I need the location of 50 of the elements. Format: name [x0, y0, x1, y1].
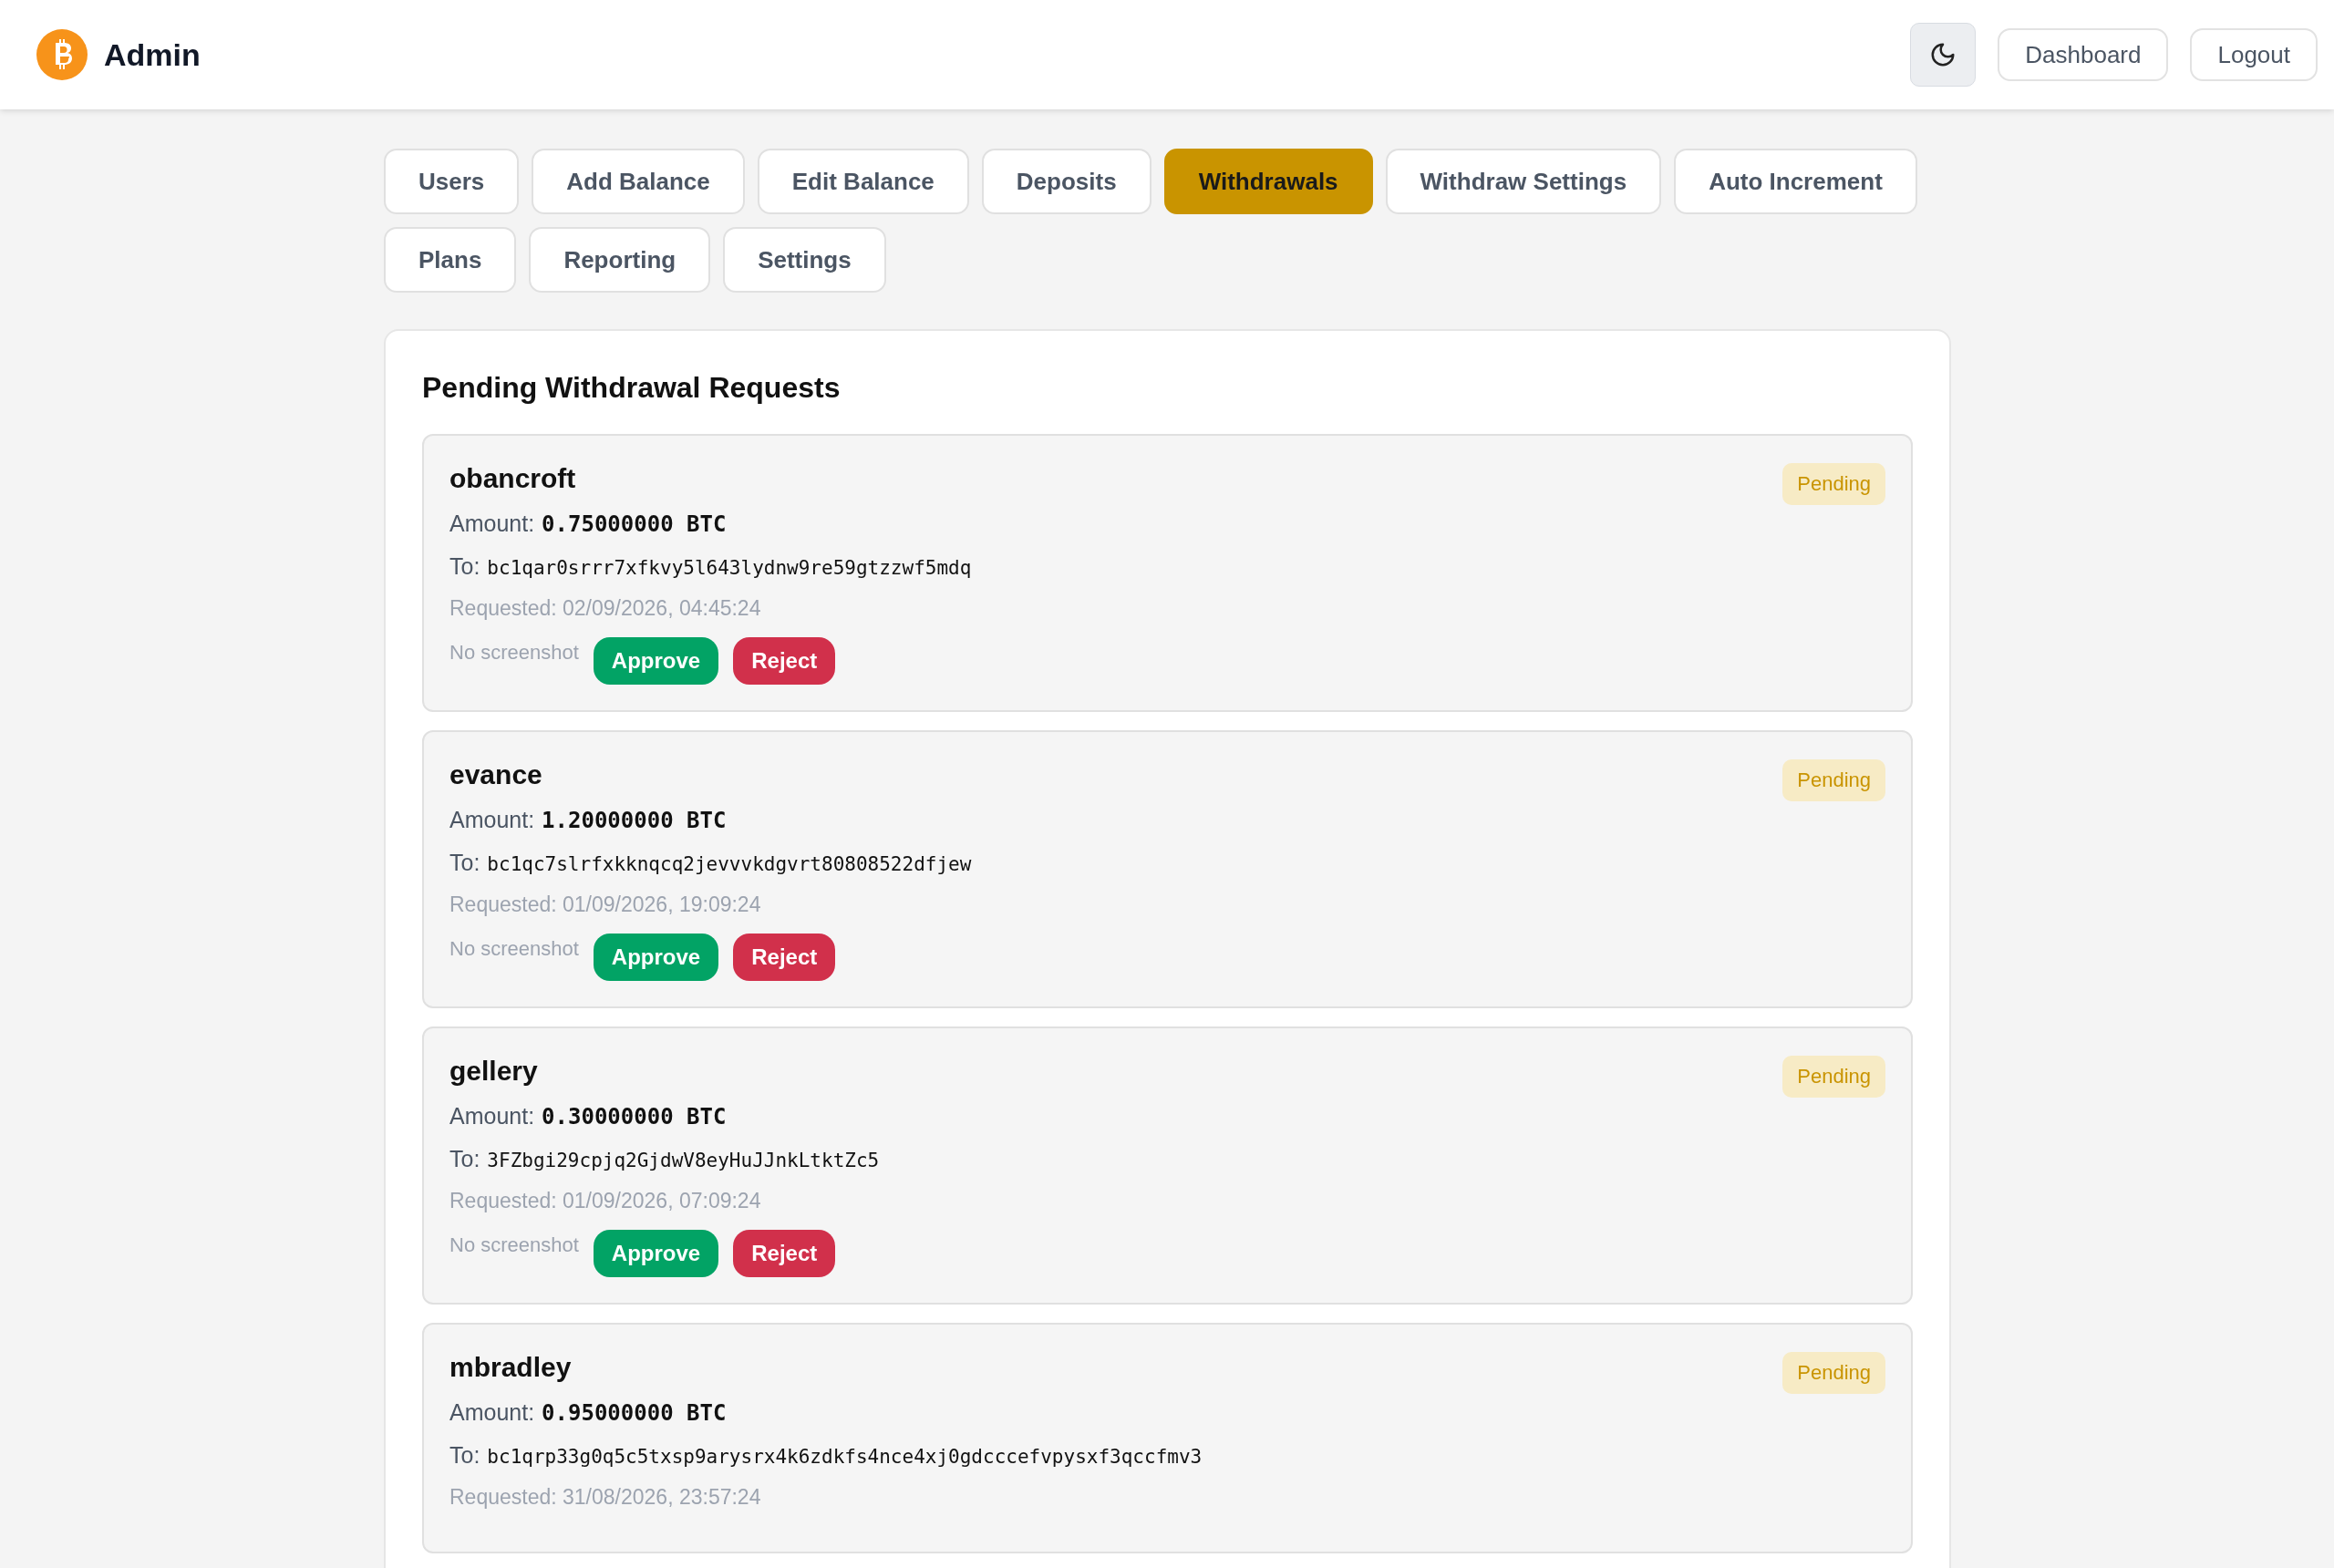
address-label: To: — [449, 553, 480, 580]
wallet-address: 3FZbgi29cpjq2GjdwV8eyHuJJnkLtktZc5 — [487, 1150, 880, 1171]
app-title: Admin — [104, 36, 201, 73]
address-label: To: — [449, 850, 480, 876]
status-badge: Pending — [1782, 759, 1885, 801]
nav-tab[interactable]: Add Balance — [532, 149, 745, 214]
screenshot-note: No screenshot — [449, 937, 579, 961]
reject-button[interactable]: Reject — [733, 637, 836, 685]
amount-value: 0.95000000 BTC — [542, 1400, 727, 1426]
requested-time: Requested: 01/09/2026, 19:09:24 — [449, 892, 762, 917]
address-label: To: — [449, 1442, 480, 1469]
nav-tab[interactable]: Settings — [723, 227, 886, 293]
status-badge: Pending — [1782, 1352, 1885, 1394]
wallet-address: bc1qc7slrfxkknqcq2jevvvkdgvrt80808522dfjew — [487, 853, 972, 875]
username: evance — [449, 759, 542, 790]
nav-tab[interactable]: Deposits — [981, 149, 1152, 214]
nav-tab[interactable]: Users — [384, 149, 520, 214]
username: gellery — [449, 1056, 538, 1087]
amount-value: 1.20000000 BTC — [542, 808, 727, 833]
logout-button[interactable]: Logout — [2190, 28, 2318, 81]
nav-tab[interactable]: Withdrawals — [1163, 149, 1373, 214]
wallet-address: bc1qrp33g0q5c5txsp9arysrx4k6zdkfs4nce4xj0gdcccefvpysxf3qccfmv3 — [487, 1446, 1203, 1468]
status-badge: Pending — [1782, 463, 1885, 505]
reject-button[interactable]: Reject — [733, 934, 836, 981]
nav-tab[interactable]: Withdraw Settings — [1385, 149, 1662, 214]
nav-tab[interactable]: Reporting — [529, 227, 711, 293]
amount-label: Amount: — [449, 1103, 535, 1130]
amount-label: Amount: — [449, 1399, 535, 1426]
address-label: To: — [449, 1146, 480, 1172]
username: obancroft — [449, 463, 576, 494]
wallet-address: bc1qar0srrr7xfkvy5l643lydnw9re59gtzzwf5mdq — [487, 557, 972, 579]
requested-time: Requested: 01/09/2026, 07:09:24 — [449, 1189, 762, 1213]
amount-label: Amount: — [449, 511, 535, 537]
status-badge: Pending — [1782, 1056, 1885, 1098]
amount-value: 0.75000000 BTC — [542, 511, 727, 537]
screenshot-note: No screenshot — [449, 1233, 579, 1257]
requested-time: Requested: 31/08/2026, 23:57:24 — [449, 1485, 762, 1510]
nav-tab[interactable]: Auto Increment — [1674, 149, 1917, 214]
panel-title: Pending Withdrawal Requests — [422, 371, 842, 405]
amount-value: 0.30000000 BTC — [542, 1104, 727, 1130]
nav-tab[interactable]: Edit Balance — [757, 149, 969, 214]
nav-tab[interactable]: Plans — [384, 227, 517, 293]
amount-label: Amount: — [449, 807, 535, 833]
reject-button[interactable]: Reject — [733, 1230, 836, 1277]
theme-toggle-button[interactable] — [1910, 23, 1977, 87]
bitcoin-logo-icon — [36, 29, 88, 80]
screenshot-note: No screenshot — [449, 641, 579, 665]
requested-time: Requested: 02/09/2026, 04:45:24 — [449, 596, 762, 621]
username: mbradley — [449, 1352, 572, 1383]
dashboard-button[interactable]: Dashboard — [1998, 28, 2169, 81]
